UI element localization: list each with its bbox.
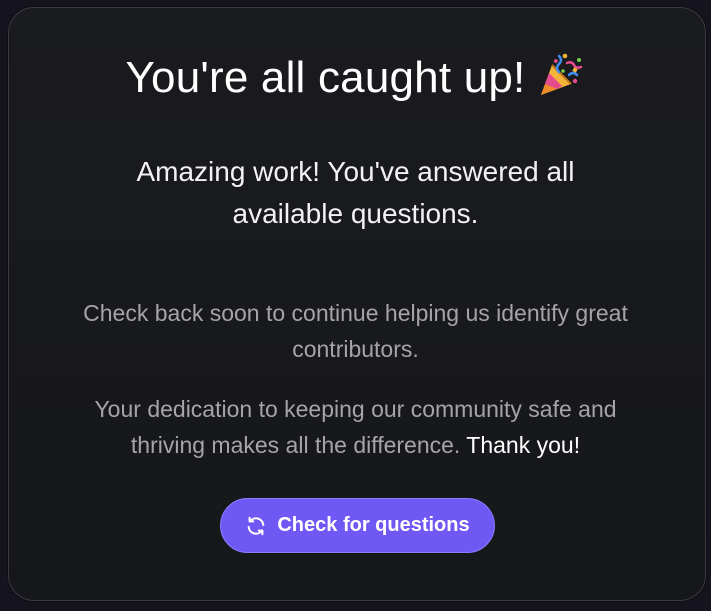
- dedication-line-2: thriving makes all the difference.: [130, 432, 461, 458]
- check-for-questions-button[interactable]: Check for questions: [220, 498, 495, 553]
- dedication-message: Your dedication to keeping our community…: [0, 391, 711, 463]
- check-back-line-2: contributors.: [292, 336, 419, 362]
- button-label: Check for questions: [277, 514, 470, 536]
- page-title: You're all caught up!: [0, 50, 711, 106]
- dedication-line-2-wrap: thriving makes all the difference. Thank…: [0, 427, 711, 463]
- subtitle-line-1: Amazing work! You've answered all: [136, 156, 575, 187]
- party-popper-icon: [535, 51, 585, 101]
- check-back-line-1: Check back soon to continue helping us i…: [83, 300, 628, 326]
- subtitle-line-2: available questions.: [232, 198, 479, 229]
- check-back-message: Check back soon to continue helping us i…: [0, 295, 711, 367]
- refresh-icon: [245, 515, 267, 537]
- title-text: You're all caught up!: [125, 53, 526, 102]
- thank-you-text: Thank you!: [466, 432, 581, 458]
- dedication-line-1: Your dedication to keeping our community…: [94, 396, 617, 422]
- subtitle: Amazing work! You've answered all availa…: [0, 151, 711, 235]
